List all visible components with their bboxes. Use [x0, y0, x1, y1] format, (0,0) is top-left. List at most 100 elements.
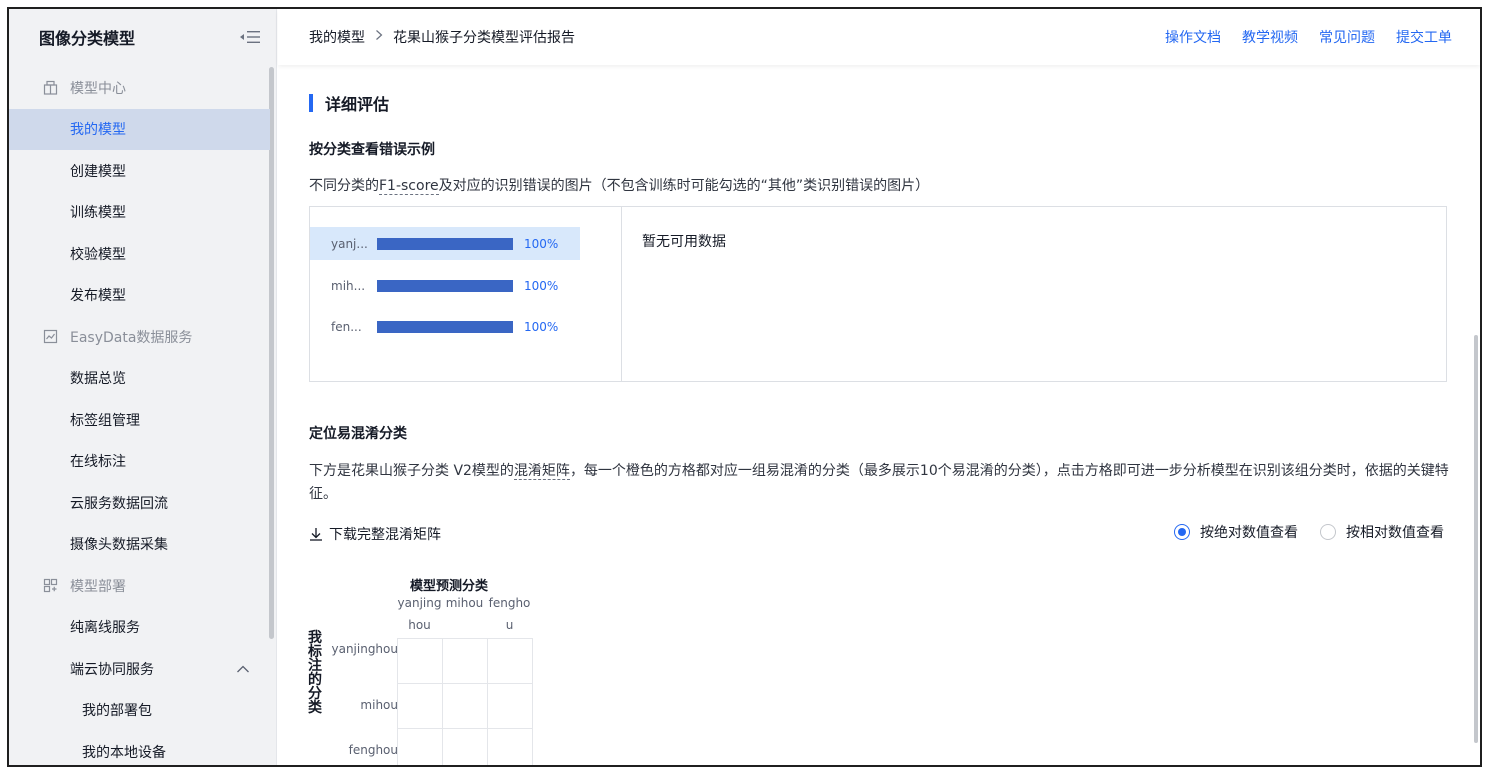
matrix-cell[interactable]: [398, 639, 443, 684]
sidebar-item-publish-model[interactable]: 发布模型: [9, 275, 270, 317]
confusion-description: 下方是花果山猴子分类 V2模型的混淆矩阵，每一个橙色的方格都对应一组易混淆的分类…: [309, 460, 1449, 506]
matrix-cell[interactable]: [443, 684, 488, 729]
help-links: 操作文档 教学视频 常见问题 提交工单: [1165, 27, 1452, 47]
sidebar-item-edge-cloud-service[interactable]: 端云协同服务: [9, 648, 270, 690]
docs-link[interactable]: 操作文档: [1165, 27, 1221, 47]
matrix-cell[interactable]: [398, 729, 443, 765]
matrix-cell[interactable]: [398, 684, 443, 729]
f1-score-term[interactable]: F1-score: [379, 178, 439, 195]
class-name: mih...: [331, 278, 366, 293]
download-icon: [309, 527, 323, 541]
sidebar-item-label: 我的本地设备: [82, 744, 166, 761]
sidebar-item-data-overview[interactable]: 数据总览: [9, 358, 270, 400]
main-content: 详细评估 按分类查看错误示例 不同分类的F1-score及对应的识别错误的图片（…: [278, 65, 1480, 765]
sidebar-item-label: 发布模型: [70, 288, 126, 305]
f1-bar-track: [377, 279, 513, 292]
sidebar-item-online-annotation[interactable]: 在线标注: [9, 441, 270, 483]
row-header: yanjinghou: [331, 642, 398, 656]
empty-state-text: 暂无可用数据: [642, 234, 726, 250]
matrix-cell[interactable]: [443, 639, 488, 684]
breadcrumb-root-link[interactable]: 我的模型: [309, 27, 365, 47]
sidebar-item-label: 纯离线服务: [70, 620, 140, 637]
matrix-cell[interactable]: [443, 729, 488, 765]
chevron-up-icon[interactable]: [236, 662, 250, 678]
submit-ticket-link[interactable]: 提交工单: [1396, 27, 1452, 47]
f1-value: 100%: [524, 278, 559, 293]
sidebar-item-my-local-devices[interactable]: 我的本地设备: [9, 731, 270, 765]
f1-value: 100%: [524, 236, 559, 251]
video-tutorial-link[interactable]: 教学视频: [1242, 27, 1298, 47]
f1-bar-fill: [377, 320, 513, 333]
f1-score-panel: yanj... 100% mih... 100% fen... 100% 暂无可…: [309, 206, 1447, 382]
view-mode-radio-group: 按绝对数值查看 按相对数值查看: [1174, 522, 1444, 542]
radio-absolute-values[interactable]: 按绝对数值查看: [1174, 522, 1298, 542]
row-header: fenghou: [348, 743, 398, 757]
sidebar-menu: 模型中心 我的模型 创建模型 训练模型 校验模型 发布模型 EasyData数据…: [9, 67, 270, 765]
section-accent-bar: [309, 94, 313, 112]
desc-suffix: 及对应的识别错误的图片（不包含训练时可能勾选的“其他”类识别错误的图片）: [438, 178, 930, 194]
sidebar-item-validate-model[interactable]: 校验模型: [9, 233, 270, 275]
sidebar-item-label: 创建模型: [70, 163, 126, 180]
sidebar-header: 图像分类模型: [9, 9, 276, 65]
sidebar-item-label: 我的模型: [70, 122, 126, 139]
confusion-matrix-term[interactable]: 混淆矩阵: [513, 463, 570, 480]
chevron-right-icon: [375, 29, 383, 45]
matrix-cell[interactable]: [488, 729, 533, 765]
sidebar-item-train-model[interactable]: 训练模型: [9, 192, 270, 234]
class-name: fen...: [331, 319, 362, 334]
sidebar-item-label: 云服务数据回流: [70, 495, 168, 512]
sidebar-item-label: 端云协同服务: [70, 661, 154, 678]
sidebar-item-camera-capture[interactable]: 摄像头数据采集: [9, 524, 270, 566]
sidebar-group-model-center: 模型中心: [9, 67, 270, 109]
sidebar-item-label-groups[interactable]: 标签组管理: [9, 399, 270, 441]
error-examples-description: 不同分类的F1-score及对应的识别错误的图片（不包含训练时可能勾选的“其他”…: [309, 175, 929, 198]
sidebar: 图像分类模型 模型中心 我的模型 创建模型 训练模型 校验模型 发布模型 Eas…: [9, 9, 277, 765]
radio-label: 按相对数值查看: [1346, 525, 1444, 541]
sidebar-group-label: 模型部署: [70, 578, 126, 595]
f1-bar-track: [377, 237, 513, 250]
main-scrollbar[interactable]: [1474, 335, 1478, 743]
desc-prefix: 不同分类的: [309, 178, 379, 194]
error-examples-title: 按分类查看错误示例: [309, 142, 435, 158]
sidebar-item-create-model[interactable]: 创建模型: [9, 150, 270, 192]
matrix-cell[interactable]: [488, 684, 533, 729]
collapse-menu-icon[interactable]: [238, 27, 262, 47]
sidebar-title: 图像分类模型: [39, 29, 136, 48]
faq-link[interactable]: 常见问题: [1319, 27, 1375, 47]
sidebar-group-label: 模型中心: [70, 80, 126, 97]
column-header: mihou: [445, 596, 484, 610]
breadcrumb: 我的模型 花果山猴子分类模型评估报告: [309, 27, 575, 47]
f1-score-list: yanj... 100% mih... 100% fen... 100%: [310, 207, 622, 381]
download-matrix-link[interactable]: 下载完整混淆矩阵: [309, 524, 441, 544]
sidebar-item-label: 校验模型: [70, 246, 126, 263]
sidebar-item-label: 摄像头数据采集: [70, 537, 168, 554]
sidebar-item-my-deploy-packages[interactable]: 我的部署包: [9, 690, 270, 732]
section-title: 详细评估: [309, 91, 389, 115]
sidebar-item-label: 训练模型: [70, 205, 126, 222]
matrix-cell[interactable]: [488, 639, 533, 684]
breadcrumb-current: 花果山猴子分类模型评估报告: [393, 30, 575, 46]
radio-unchecked-icon: [1320, 524, 1336, 540]
sidebar-item-label: 标签组管理: [70, 412, 140, 429]
sidebar-item-label: 数据总览: [70, 371, 126, 388]
sidebar-item-cloud-data-return[interactable]: 云服务数据回流: [9, 482, 270, 524]
f1-bar-track: [377, 320, 513, 333]
sidebar-group-label: EasyData数据服务: [70, 329, 193, 346]
class-name: yanj...: [331, 236, 368, 251]
radio-checked-icon: [1174, 524, 1190, 540]
sidebar-item-my-models[interactable]: 我的模型: [9, 108, 270, 150]
f1-row[interactable]: yanj... 100%: [310, 227, 580, 260]
f1-bar-fill: [377, 237, 513, 250]
top-bar: 我的模型 花果山猴子分类模型评估报告 操作文档 教学视频 常见问题 提交工单: [278, 9, 1480, 65]
radio-relative-values[interactable]: 按相对数值查看: [1320, 522, 1444, 542]
sidebar-group-deploy: 模型部署: [9, 565, 270, 607]
f1-value: 100%: [524, 319, 559, 334]
f1-row[interactable]: fen... 100%: [310, 310, 580, 343]
f1-row[interactable]: mih... 100%: [310, 269, 580, 302]
true-class-axis-label: 我标注的分类: [308, 630, 322, 716]
download-matrix-label: 下载完整混淆矩阵: [329, 527, 441, 543]
sidebar-item-offline-service[interactable]: 纯离线服务: [9, 607, 270, 649]
confusion-title: 定位易混淆分类: [309, 426, 407, 442]
sidebar-group-easydata: EasyData数据服务: [9, 316, 270, 358]
row-header: mihou: [360, 698, 398, 712]
